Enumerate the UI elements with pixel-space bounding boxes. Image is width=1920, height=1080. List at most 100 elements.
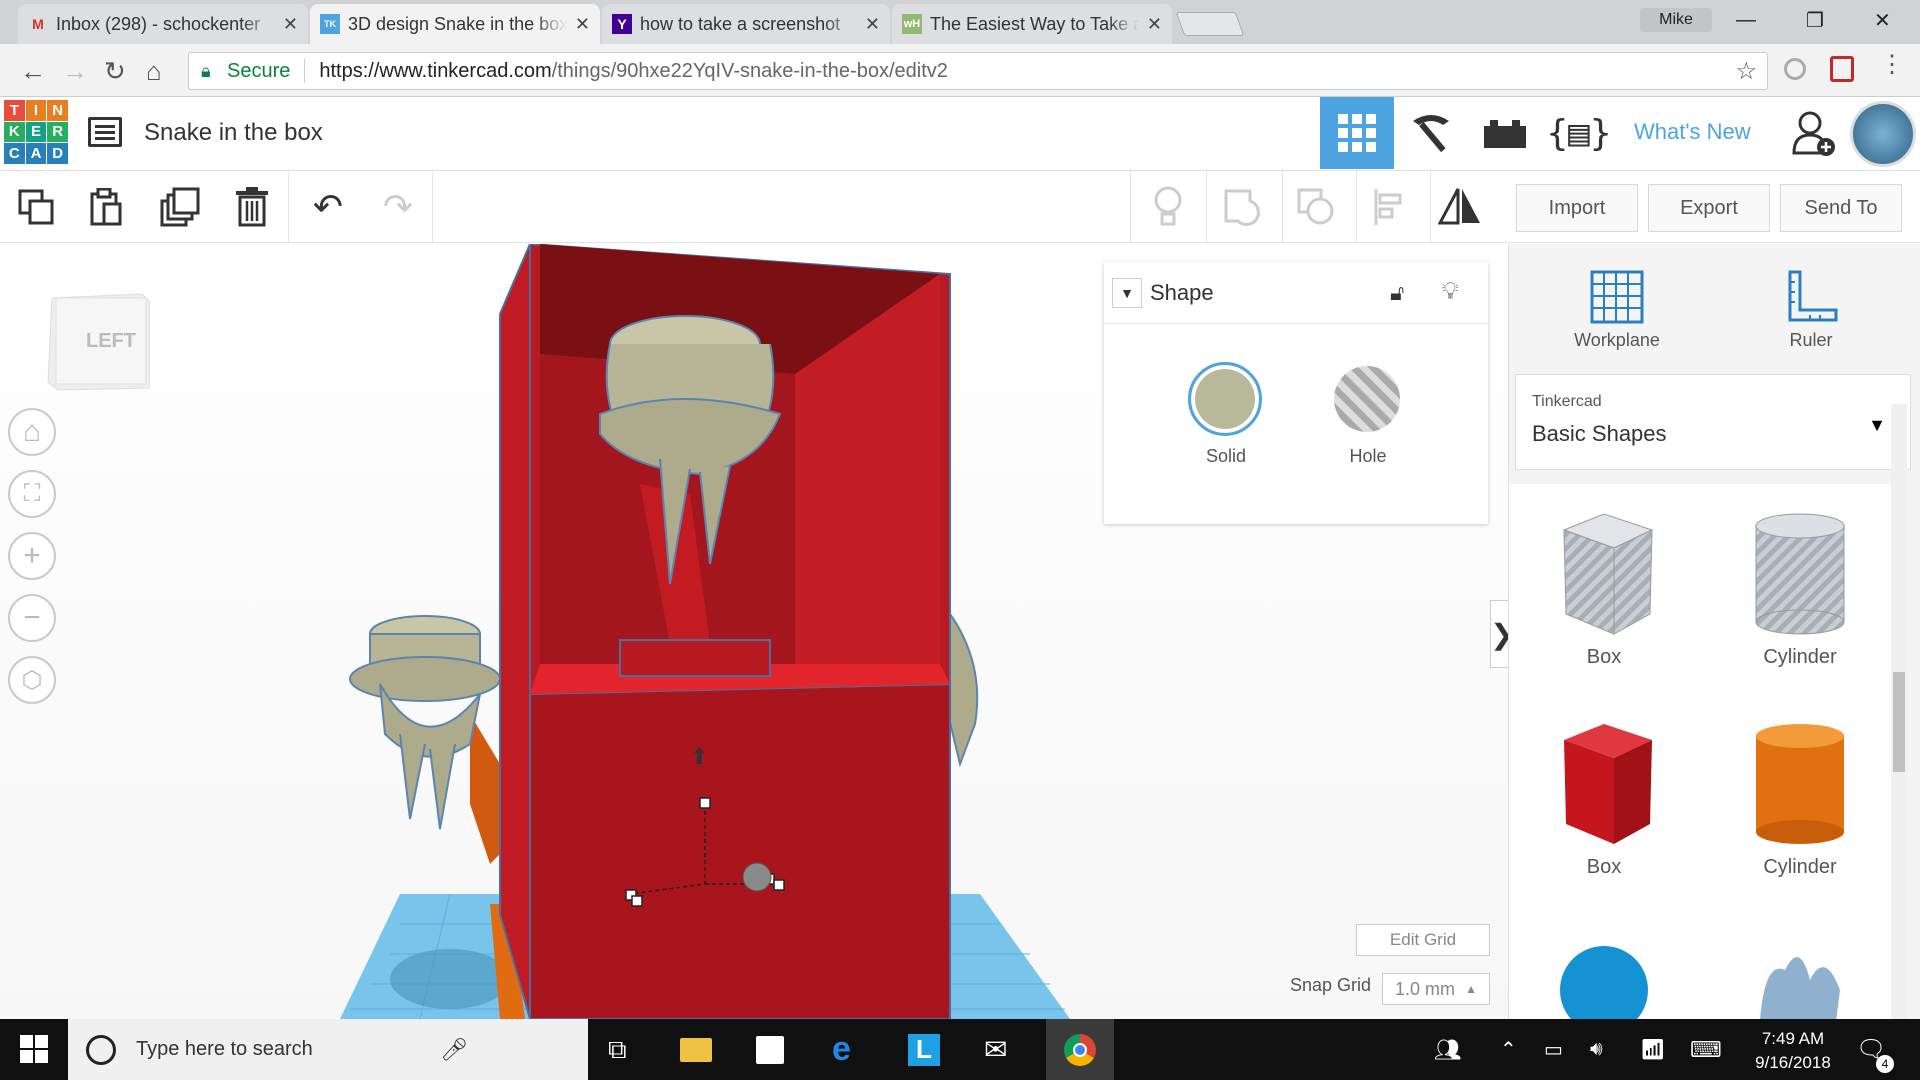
pocket-icon[interactable]: [1830, 56, 1854, 82]
close-icon[interactable]: ✕: [865, 14, 880, 35]
close-icon[interactable]: ✕: [575, 14, 590, 35]
taskbar-search[interactable]: Type here to search 🎤︎: [68, 1019, 588, 1080]
duplicate-icon[interactable]: [158, 185, 202, 229]
design-title[interactable]: Snake in the box: [144, 119, 323, 147]
new-tab-button[interactable]: [1175, 12, 1245, 36]
browser-tab-yahoo[interactable]: Y how to take a screenshot ✕: [602, 4, 890, 44]
cylinder-hole-icon: [1755, 513, 1845, 635]
edit-toolbar: ↶ ↷ Import Export Send To: [0, 171, 1920, 243]
shape-scribble[interactable]: [1705, 930, 1895, 1019]
extension-icon[interactable]: [1784, 58, 1806, 80]
shape-box-hole[interactable]: Box: [1509, 510, 1699, 669]
back-icon[interactable]: ←: [20, 56, 46, 87]
show-hidden-icons[interactable]: ⌃: [1500, 1019, 1517, 1080]
export-button[interactable]: Export: [1648, 184, 1770, 232]
whats-new-link[interactable]: What's New: [1634, 119, 1751, 145]
ungroup-icon[interactable]: [1294, 185, 1338, 229]
workplane-icon: [1590, 270, 1644, 324]
shape-inspector: ▼ Shape 🔓︎ 💡︎ Solid Hole: [1104, 262, 1488, 524]
bricks-view-button[interactable]: [1468, 97, 1542, 169]
bookmark-star-icon[interactable]: ☆: [1735, 57, 1757, 86]
add-user-button[interactable]: [1786, 97, 1842, 169]
box-icon: [1564, 724, 1652, 844]
file-explorer-icon[interactable]: [680, 1019, 712, 1080]
reload-icon[interactable]: ↻: [104, 56, 126, 87]
workplane-button[interactable]: Workplane: [1557, 264, 1677, 351]
chrome-taskbar-icon[interactable]: [1046, 1019, 1114, 1080]
redo-icon[interactable]: ↷: [376, 185, 420, 229]
shape-cylinder[interactable]: Cylinder: [1705, 720, 1895, 879]
wifi-icon[interactable]: 📶︎: [1640, 1019, 1665, 1080]
wikihow-icon: wH: [902, 14, 922, 34]
solid-swatch[interactable]: [1188, 362, 1262, 436]
browser-tab-wikihow[interactable]: wH The Easiest Way to Take a ✕: [892, 4, 1172, 44]
scrollbar-thumb[interactable]: [1893, 672, 1905, 772]
paste-icon[interactable]: [84, 185, 128, 229]
mail-icon[interactable]: ✉: [984, 1019, 1007, 1080]
code-braces-icon: {▤}: [1546, 112, 1612, 154]
tinkercad-icon: TK: [320, 14, 340, 34]
profile-button[interactable]: Mike: [1640, 8, 1712, 32]
lightbulb-icon[interactable]: [1146, 185, 1190, 229]
microphone-icon[interactable]: 🎤︎: [440, 1037, 468, 1063]
gmail-icon: M: [32, 16, 44, 32]
snap-grid-label: Snap Grid: [1290, 975, 1372, 995]
align-icon[interactable]: [1368, 185, 1412, 229]
scrollbar[interactable]: [1891, 404, 1907, 1019]
close-icon[interactable]: ✕: [1147, 14, 1162, 35]
browser-tab-gmail[interactable]: M Inbox (298) - schockenter ✕: [18, 4, 308, 44]
menu-icon[interactable]: ⋮: [1880, 50, 1904, 79]
cylinder-icon: [1756, 724, 1844, 844]
group-icon[interactable]: [1220, 185, 1264, 229]
secure-label: Secure: [227, 59, 291, 82]
url-input[interactable]: 🔒︎ Secure https://www.tinkercad.com /thi…: [188, 52, 1768, 90]
forward-icon[interactable]: →: [62, 56, 88, 87]
edge-icon[interactable]: e: [832, 1019, 851, 1080]
taskbar-clock[interactable]: 7:49 AM 9/16/2018: [1748, 1027, 1838, 1075]
codeblocks-view-button[interactable]: {▤}: [1542, 97, 1616, 169]
url-host: https://www.tinkercad.com: [319, 59, 552, 82]
chevron-down-icon[interactable]: ▼: [1112, 277, 1142, 308]
shape-sphere[interactable]: [1509, 930, 1699, 1019]
shape-library-select[interactable]: Tinkercad Basic Shapes ▼: [1515, 374, 1911, 470]
shape-cylinder-hole[interactable]: Cylinder: [1705, 510, 1895, 669]
ruler-button[interactable]: Ruler: [1751, 264, 1871, 351]
close-window-icon[interactable]: ✕: [1874, 0, 1904, 40]
send-to-button[interactable]: Send To: [1780, 184, 1902, 232]
undo-icon[interactable]: ↶: [306, 185, 350, 229]
lync-icon[interactable]: L: [908, 1019, 940, 1080]
design-list-icon[interactable]: [88, 117, 122, 147]
copy-icon[interactable]: [14, 185, 58, 229]
keyboard-icon[interactable]: ⌨: [1690, 1019, 1722, 1080]
grid-icon: [1338, 114, 1376, 152]
svg-text:⬆: ⬆: [690, 744, 708, 769]
battery-icon[interactable]: ▭: [1544, 1019, 1563, 1080]
store-icon[interactable]: [756, 1019, 784, 1080]
people-icon[interactable]: 👥︎: [1434, 1019, 1462, 1080]
hole-swatch[interactable]: [1334, 366, 1400, 432]
browser-tab-tinkercad[interactable]: TK 3D design Snake in the box ✕: [310, 4, 600, 44]
restore-icon[interactable]: ❐: [1806, 0, 1836, 40]
minimize-icon[interactable]: —: [1736, 0, 1766, 40]
task-view-icon[interactable]: ⧉: [608, 1019, 627, 1080]
unlock-icon[interactable]: 🔓︎: [1390, 280, 1404, 306]
avatar[interactable]: [1850, 101, 1916, 167]
scribble-icon: [1760, 957, 1840, 1019]
box-hole-icon: [1562, 513, 1654, 635]
delete-icon[interactable]: [230, 185, 274, 229]
close-icon[interactable]: ✕: [283, 14, 298, 35]
tinkercad-logo[interactable]: T I N K E R C A D: [4, 100, 68, 164]
windows-start-icon[interactable]: [20, 1035, 48, 1068]
edit-grid-button[interactable]: Edit Grid: [1356, 924, 1490, 956]
mirror-icon[interactable]: [1438, 185, 1482, 229]
snap-grid-select[interactable]: 1.0 mm ▲: [1382, 973, 1490, 1005]
action-center-icon[interactable]: 🗨︎ 4: [1856, 1019, 1894, 1080]
import-button[interactable]: Import: [1516, 184, 1638, 232]
home-icon[interactable]: ⌂: [146, 56, 162, 87]
lightbulb-icon[interactable]: 💡︎: [1442, 278, 1459, 306]
volume-icon[interactable]: 🔊︎: [1590, 1019, 1603, 1080]
shape-box[interactable]: Box: [1509, 720, 1699, 879]
3d-design-view-button[interactable]: [1320, 97, 1394, 169]
url-path: /things/90hxe22YqIV-snake-in-the-box/edi…: [551, 59, 948, 82]
blocks-view-button[interactable]: [1394, 97, 1468, 169]
